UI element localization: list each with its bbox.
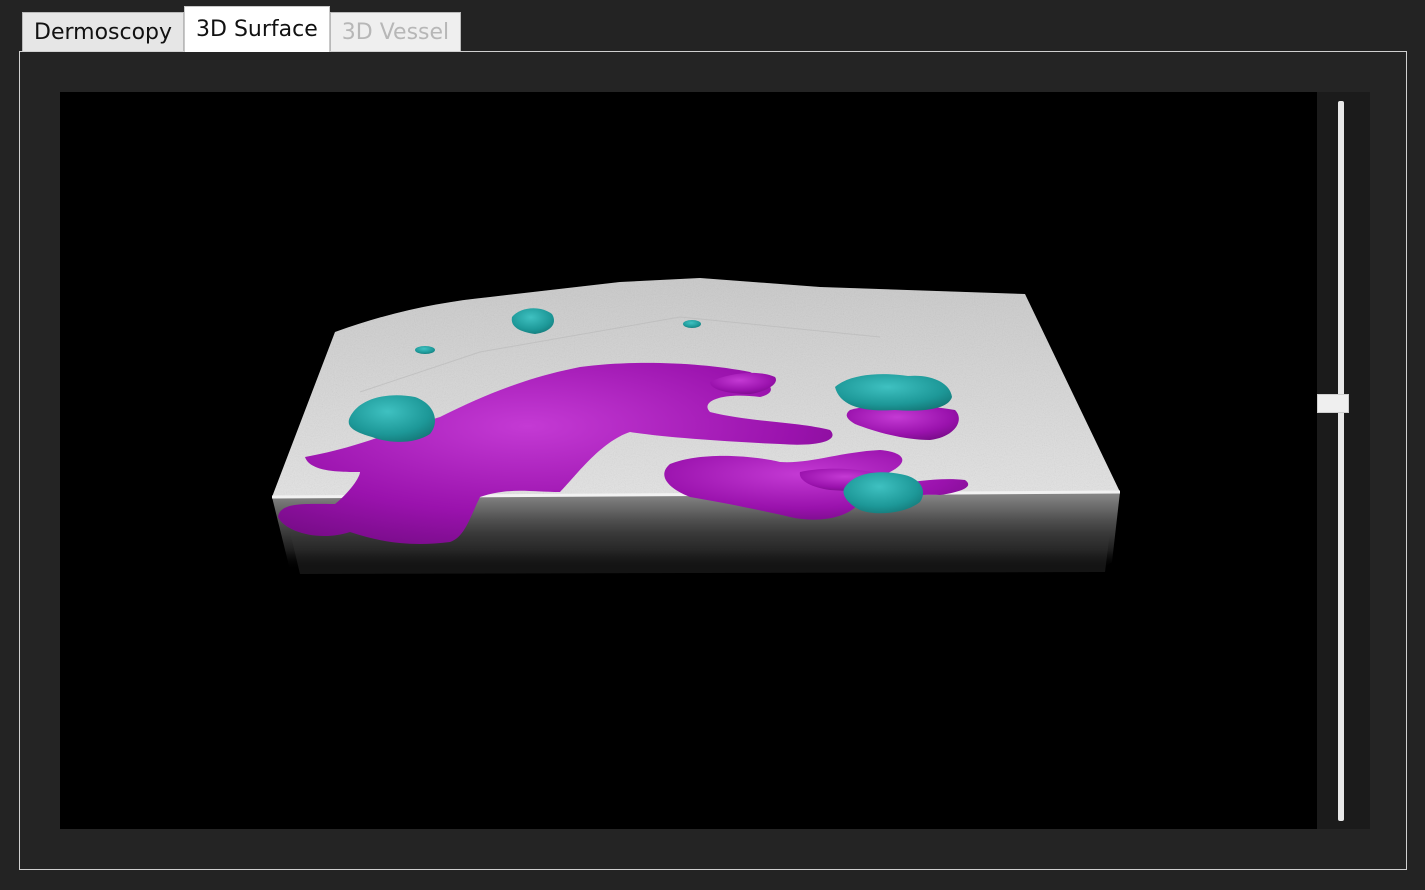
slider-thumb[interactable] xyxy=(1317,393,1349,413)
tab-bar: Dermoscopy 3D Surface 3D Vessel xyxy=(22,6,462,52)
slider-rail[interactable] xyxy=(1338,101,1344,821)
tab-panel xyxy=(19,51,1407,870)
app-window: Dermoscopy 3D Surface 3D Vessel xyxy=(0,0,1425,890)
tab-3d-surface[interactable]: 3D Surface xyxy=(184,6,330,52)
vertical-slider[interactable] xyxy=(1317,92,1370,829)
volume-render xyxy=(271,278,1121,574)
tab-3d-vessel: 3D Vessel xyxy=(329,12,462,52)
3d-render-viewport[interactable] xyxy=(60,92,1317,829)
tab-dermoscopy[interactable]: Dermoscopy xyxy=(22,12,185,52)
